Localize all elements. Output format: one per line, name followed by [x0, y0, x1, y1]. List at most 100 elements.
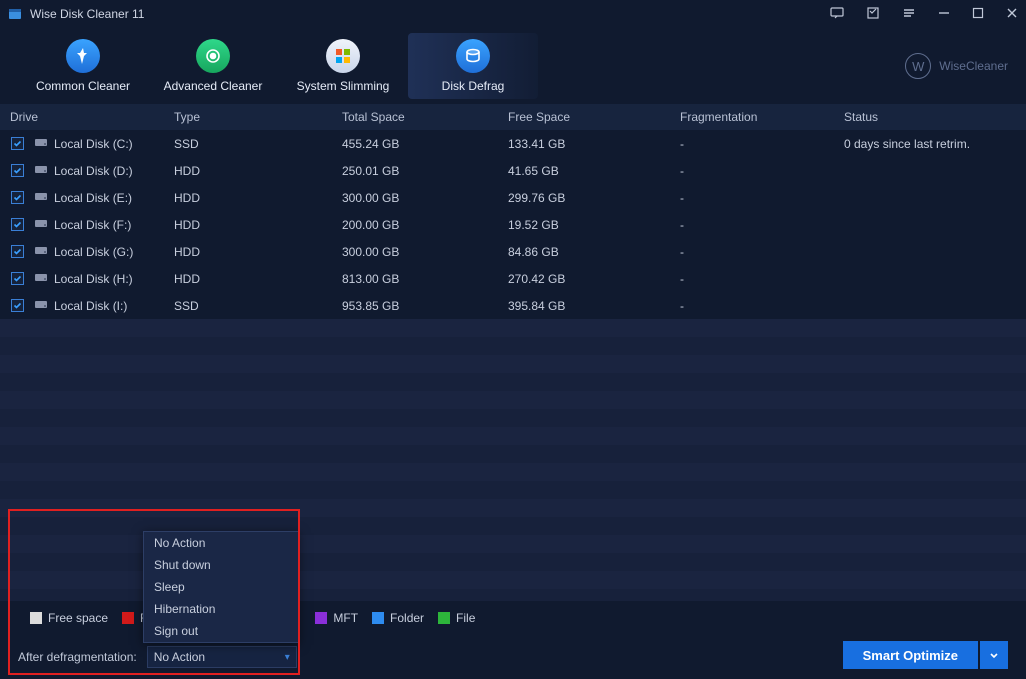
checkbox[interactable]	[11, 137, 24, 150]
table-row[interactable]: Local Disk (H:)HDD813.00 GB270.42 GB-	[0, 265, 1026, 292]
menu-item[interactable]: Hibernation	[144, 598, 298, 620]
table-row[interactable]: Local Disk (F:)HDD200.00 GB19.52 GB-	[0, 211, 1026, 238]
menu-icon[interactable]	[902, 6, 916, 23]
table-row[interactable]: Local Disk (E:)HDD300.00 GB299.76 GB-	[0, 184, 1026, 211]
drive-type: SSD	[174, 137, 342, 151]
table-row[interactable]: Local Disk (D:)HDD250.01 GB41.65 GB-	[0, 157, 1026, 184]
dropdown-value: No Action	[154, 650, 205, 664]
drive-total: 953.85 GB	[342, 299, 508, 313]
cta-dropdown-button[interactable]	[980, 641, 1008, 669]
drive-total: 300.00 GB	[342, 191, 508, 205]
swatch	[30, 612, 42, 624]
drive-total: 250.01 GB	[342, 164, 508, 178]
table-row[interactable]: Local Disk (C:)SSD455.24 GB133.41 GB-0 d…	[0, 130, 1026, 157]
drive-type: SSD	[174, 299, 342, 313]
header-status[interactable]: Status	[844, 110, 1026, 124]
tab-label: System Slimming	[297, 79, 390, 93]
legend-free: Free space	[30, 611, 108, 625]
close-button[interactable]	[1006, 6, 1018, 22]
table-row[interactable]: Local Disk (I:)SSD953.85 GB395.84 GB-	[0, 292, 1026, 319]
menu-item[interactable]: Sign out	[144, 620, 298, 642]
table-row[interactable]: Local Disk (G:)HDD300.00 GB84.86 GB-	[0, 238, 1026, 265]
drive-frag: -	[680, 245, 844, 259]
checkbox[interactable]	[11, 299, 24, 312]
drive-type: HDD	[174, 218, 342, 232]
tab-label: Disk Defrag	[442, 79, 505, 93]
drive-icon	[34, 270, 54, 287]
tab-common-cleaner[interactable]: Common Cleaner	[18, 33, 148, 99]
drive-total: 455.24 GB	[342, 137, 508, 151]
drive-icon	[34, 162, 54, 179]
titlebar: Wise Disk Cleaner 11	[0, 0, 1026, 28]
drive-frag: -	[680, 137, 844, 151]
legend-file: File	[438, 611, 475, 625]
maximize-button[interactable]	[972, 6, 984, 22]
action-dropdown[interactable]: No Action ▾	[147, 646, 297, 668]
feedback-icon[interactable]	[830, 6, 844, 23]
tab-advanced-cleaner[interactable]: Advanced Cleaner	[148, 33, 278, 99]
swatch	[438, 612, 450, 624]
drive-name: Local Disk (I:)	[54, 299, 174, 313]
swatch	[372, 612, 384, 624]
drive-free: 133.41 GB	[508, 137, 680, 151]
drive-type: HDD	[174, 272, 342, 286]
window-title: Wise Disk Cleaner 11	[26, 7, 830, 21]
drive-type: HDD	[174, 164, 342, 178]
drive-type: HDD	[174, 245, 342, 259]
drive-frag: -	[680, 164, 844, 178]
windows-icon	[326, 39, 360, 73]
target-icon	[196, 39, 230, 73]
smart-optimize-button[interactable]: Smart Optimize	[843, 641, 978, 669]
drive-name: Local Disk (H:)	[54, 272, 174, 286]
broom-icon	[66, 39, 100, 73]
checkbox[interactable]	[11, 272, 24, 285]
header-free[interactable]: Free Space	[508, 110, 680, 124]
brand-icon: W	[905, 53, 931, 79]
tab-disk-defrag[interactable]: Disk Defrag	[408, 33, 538, 99]
header-frag[interactable]: Fragmentation	[680, 110, 844, 124]
swatch	[315, 612, 327, 624]
legend-folder: Folder	[372, 611, 424, 625]
drive-free: 84.86 GB	[508, 245, 680, 259]
titlebar-controls	[830, 6, 1018, 23]
drive-name: Local Disk (F:)	[54, 218, 174, 232]
dropdown-label: After defragmentation:	[18, 650, 137, 664]
checkbox[interactable]	[11, 218, 24, 231]
tab-system-slimming[interactable]: System Slimming	[278, 33, 408, 99]
drive-frag: -	[680, 299, 844, 313]
drive-name: Local Disk (G:)	[54, 245, 174, 259]
menu-item[interactable]: No Action	[144, 532, 298, 554]
disk-icon	[456, 39, 490, 73]
drive-free: 270.42 GB	[508, 272, 680, 286]
dropdown-menu: No ActionShut downSleepHibernationSign o…	[143, 531, 299, 643]
defrag-map-area: Free space F MFT Folder File After defra…	[0, 319, 1026, 679]
drive-frag: -	[680, 218, 844, 232]
drive-frag: -	[680, 272, 844, 286]
tab-label: Common Cleaner	[36, 79, 130, 93]
swatch	[122, 612, 134, 624]
drive-free: 41.65 GB	[508, 164, 680, 178]
tabs: Common Cleaner Advanced Cleaner System S…	[0, 28, 1026, 104]
checkbox[interactable]	[11, 191, 24, 204]
menu-item[interactable]: Sleep	[144, 576, 298, 598]
app-icon	[8, 7, 22, 21]
drive-icon	[34, 189, 54, 206]
header-type[interactable]: Type	[174, 110, 342, 124]
menu-item[interactable]: Shut down	[144, 554, 298, 576]
checkbox[interactable]	[11, 164, 24, 177]
header-drive[interactable]: Drive	[0, 110, 174, 124]
cta-group: Smart Optimize	[843, 641, 1008, 669]
drive-icon	[34, 243, 54, 260]
minimize-button[interactable]	[938, 6, 950, 22]
drive-total: 300.00 GB	[342, 245, 508, 259]
drive-total: 813.00 GB	[342, 272, 508, 286]
drive-status: 0 days since last retrim.	[844, 137, 1026, 151]
brand: W WiseCleaner	[905, 53, 1008, 79]
drive-free: 395.84 GB	[508, 299, 680, 313]
header-total[interactable]: Total Space	[342, 110, 508, 124]
task-icon[interactable]	[866, 6, 880, 23]
drive-name: Local Disk (E:)	[54, 191, 174, 205]
drive-frag: -	[680, 191, 844, 205]
checkbox[interactable]	[11, 245, 24, 258]
drive-free: 19.52 GB	[508, 218, 680, 232]
